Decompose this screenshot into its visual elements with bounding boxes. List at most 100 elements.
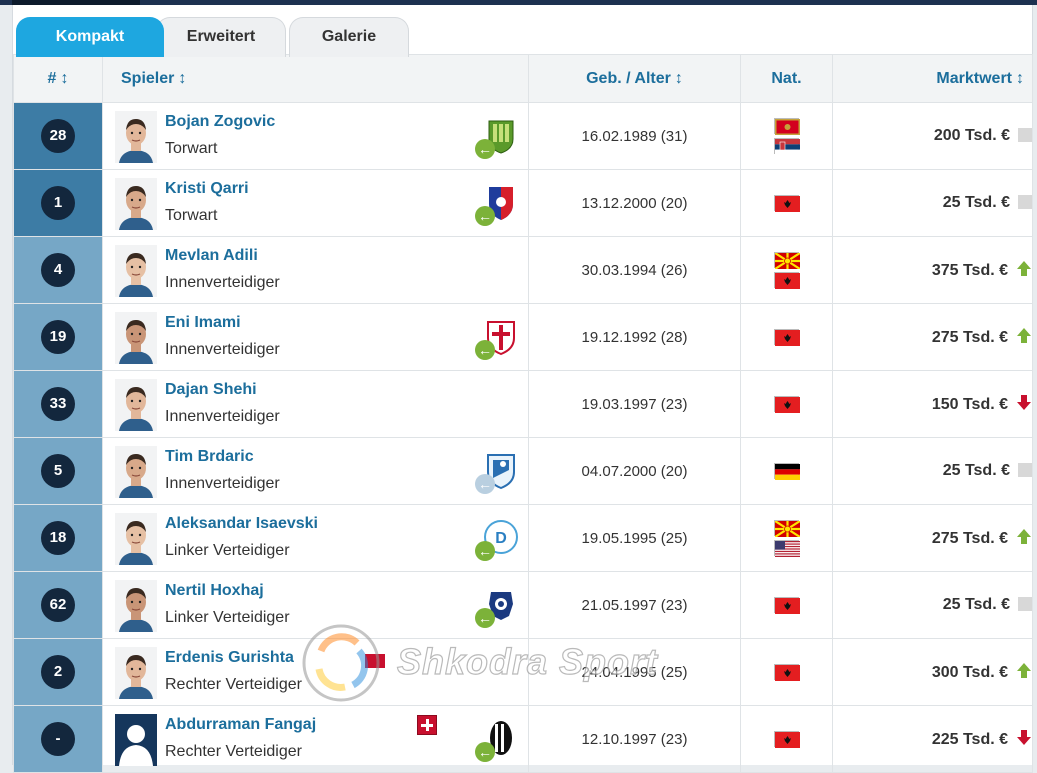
player-cell: Bojan Zogovic Torwart ← [102, 102, 529, 170]
trend-neutral-icon [1018, 597, 1032, 611]
trend-up-icon [1016, 662, 1032, 679]
shirt-number: 5 [41, 454, 75, 488]
flag-albania-icon [774, 272, 800, 289]
flag-usa-icon [774, 540, 800, 557]
player-cell: Erdenis Gurishta Rechter Verteidiger [102, 638, 529, 706]
player-photo[interactable] [115, 446, 157, 498]
table-row: 4 Mevlan Adili Innenverteidiger 30.03.1994 … [13, 236, 1033, 304]
nationality-cell [740, 102, 833, 170]
flag-serbia-icon [774, 138, 800, 155]
returnee-arrow-icon: ← [475, 608, 495, 628]
shirt-number-cell: 33 [13, 370, 103, 438]
player-name-link[interactable]: Dajan Shehi [165, 381, 257, 399]
returnee-arrow-icon: ← [475, 206, 495, 226]
player-photo[interactable] [115, 111, 157, 163]
table-header-row: # ↕ Spieler ↕ Geb. / Alter ↕ Nat. Marktwert… [13, 54, 1033, 103]
player-name-link[interactable]: Bojan Zogovic [165, 113, 275, 131]
player-position: Linker Verteidiger [165, 542, 290, 559]
trend-neutral-icon [1018, 128, 1032, 142]
header-label: Spieler [121, 69, 175, 87]
trend-down-icon [1016, 394, 1032, 411]
player-name-link[interactable]: Abdurraman Fangaj [165, 716, 316, 734]
shirt-number: 19 [41, 320, 75, 354]
player-position: Innenverteidiger [165, 475, 280, 492]
trend-up-icon [1016, 528, 1032, 545]
table-row: - Abdurraman Fangaj Rechter Verteidiger ← 12… [13, 705, 1033, 773]
market-value-link[interactable]: 225 Tsd. € [932, 731, 1008, 748]
nationality-cell [740, 370, 833, 438]
player-name-link[interactable]: Mevlan Adili [165, 247, 258, 265]
flag-montenegro-icon [774, 118, 800, 135]
player-photo[interactable] [115, 312, 157, 364]
player-photo[interactable] [115, 379, 157, 431]
player-name-link[interactable]: Eni Imami [165, 314, 241, 332]
shirt-number: 18 [41, 521, 75, 555]
flag-albania-icon [774, 329, 800, 346]
player-cell: Mevlan Adili Innenverteidiger [102, 236, 529, 304]
market-value-link[interactable]: 25 Tsd. € [943, 462, 1010, 479]
table-row: 33 Dajan Shehi Innenverteidiger 19.03.1997 … [13, 370, 1033, 438]
tab-kompakt[interactable]: Kompakt [16, 17, 164, 57]
svg-text:D: D [495, 530, 507, 547]
captain-flag-icon [365, 654, 385, 668]
player-name-link[interactable]: Kristi Qarri [165, 180, 249, 198]
trend-up-icon [1016, 260, 1032, 277]
market-value-link[interactable]: 25 Tsd. € [943, 596, 1010, 613]
market-value-link[interactable]: 300 Tsd. € [932, 664, 1008, 681]
player-cell: Dajan Shehi Innenverteidiger [102, 370, 529, 438]
market-value-link[interactable]: 200 Tsd. € [934, 127, 1010, 144]
market-value-cell: 375 Tsd. € [832, 236, 1033, 304]
player-photo[interactable] [115, 513, 157, 565]
shirt-number-cell: 5 [13, 437, 103, 505]
birthdate-cell: 19.05.1995 (25) [528, 504, 741, 572]
player-cell: Aleksandar Isaevski Linker Verteidiger D ← [102, 504, 529, 572]
table-row: 2 Erdenis Gurishta Rechter Verteidiger 24.0… [13, 638, 1033, 706]
birthdate-cell: 19.12.1992 (28) [528, 303, 741, 371]
player-cell: Nertil Hoxhaj Linker Verteidiger ← [102, 571, 529, 639]
market-value-cell: 25 Tsd. € [832, 571, 1033, 639]
column-header-market-value[interactable]: Marktwert ↕ [832, 54, 1033, 103]
tab-galerie[interactable]: Galerie [289, 17, 409, 57]
player-position: Rechter Verteidiger [165, 743, 302, 760]
market-value-link[interactable]: 150 Tsd. € [932, 396, 1008, 413]
player-name-link[interactable]: Tim Brdaric [165, 448, 254, 466]
nationality-cell [740, 303, 833, 371]
sort-icon: ↕ [60, 69, 69, 87]
column-header-dob[interactable]: Geb. / Alter ↕ [528, 54, 741, 103]
player-name-link[interactable]: Aleksandar Isaevski [165, 515, 318, 533]
player-photo[interactable] [115, 245, 157, 297]
player-photo[interactable] [115, 580, 157, 632]
market-value-cell: 25 Tsd. € [832, 437, 1033, 505]
market-value-cell: 300 Tsd. € [832, 638, 1033, 706]
player-position: Torwart [165, 207, 218, 224]
column-header-number[interactable]: # ↕ [13, 54, 103, 103]
shirt-number: - [41, 722, 75, 756]
column-header-player[interactable]: Spieler ↕ [102, 54, 529, 103]
player-cell: Kristi Qarri Torwart ← [102, 169, 529, 237]
flag-north-macedonia-icon [774, 252, 801, 270]
tab-erweitert[interactable]: Erweitert [156, 17, 286, 57]
squad-panel: Kompakt Erweitert Galerie # ↕ Spieler ↕ Ge… [12, 5, 1033, 773]
market-value-cell: 150 Tsd. € [832, 370, 1033, 438]
shirt-number: 28 [41, 119, 75, 153]
player-photo[interactable] [115, 178, 157, 230]
returnee-arrow-icon: ← [475, 742, 495, 762]
birthdate-cell: 21.05.1997 (23) [528, 571, 741, 639]
player-name-link[interactable]: Erdenis Gurishta [165, 649, 294, 667]
market-value-link[interactable]: 25 Tsd. € [943, 194, 1010, 211]
market-value-link[interactable]: 275 Tsd. € [932, 329, 1008, 346]
player-position: Rechter Verteidiger [165, 676, 302, 693]
player-position: Torwart [165, 140, 218, 157]
flag-albania-icon [774, 396, 800, 413]
trend-down-icon [1016, 729, 1032, 746]
player-photo[interactable] [115, 647, 157, 699]
injury-icon[interactable] [417, 715, 437, 735]
market-value-link[interactable]: 375 Tsd. € [932, 262, 1008, 279]
shirt-number: 4 [41, 253, 75, 287]
player-name-link[interactable]: Nertil Hoxhaj [165, 582, 264, 600]
birthdate-cell: 12.10.1997 (23) [528, 705, 741, 773]
header-label: # [47, 69, 57, 87]
market-value-link[interactable]: 275 Tsd. € [932, 530, 1008, 547]
market-value-cell: 225 Tsd. € [832, 705, 1033, 773]
player-photo[interactable] [115, 714, 157, 766]
